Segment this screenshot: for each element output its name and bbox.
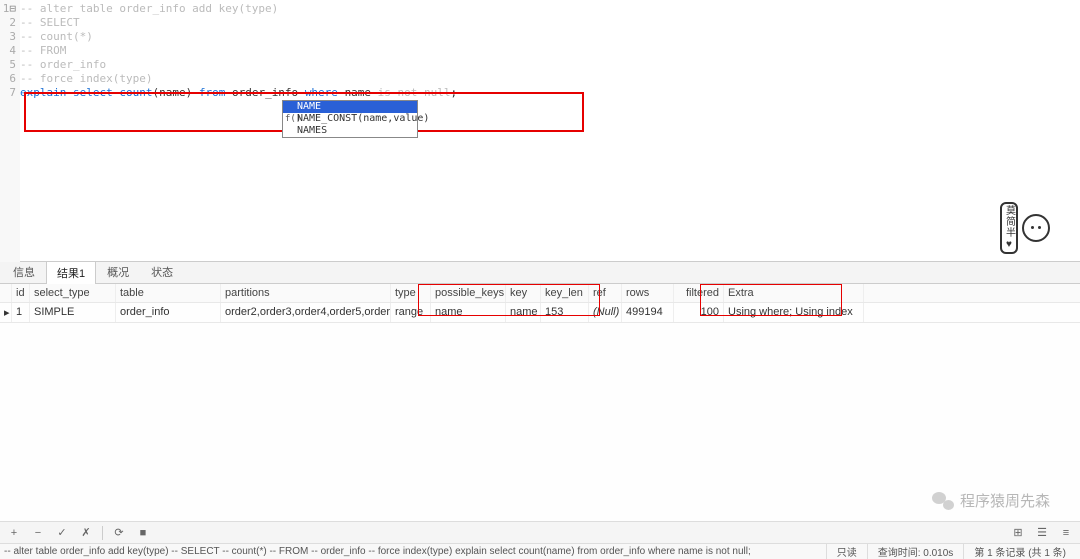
status-query-time: 查询时间: 0.010s — [867, 544, 964, 559]
commit-button[interactable]: ✓ — [54, 525, 70, 541]
col-extra[interactable]: Extra — [724, 284, 864, 302]
line-num: 7 — [0, 86, 20, 100]
col-select-type[interactable]: select_type — [30, 284, 116, 302]
autocomplete-item[interactable]: NAMES — [283, 125, 417, 137]
wechat-icon — [932, 492, 954, 510]
col-possible-keys[interactable]: possible_keys — [431, 284, 506, 302]
code-line: -- order_info — [20, 58, 1080, 72]
code-line: -- SELECT — [20, 16, 1080, 30]
col-key-len[interactable]: key_len — [541, 284, 589, 302]
result-tabs: 信息 结果1 概况 状态 — [0, 262, 1080, 284]
code-line: -- count(*) — [20, 30, 1080, 44]
line-num: 2 — [0, 16, 20, 30]
code-line: -- FROM — [20, 44, 1080, 58]
results-header-row: id select_type table partitions type pos… — [0, 284, 1080, 303]
code-line-active: explain select count(name) from order_in… — [20, 86, 1080, 100]
separator — [102, 526, 103, 540]
cell-type: range — [391, 303, 431, 322]
tab-profile[interactable]: 概况 — [96, 260, 140, 283]
status-record-count: 第 1 条记录 (共 1 条) — [963, 544, 1076, 559]
add-row-button[interactable]: + — [6, 525, 22, 541]
tab-info[interactable]: 信息 — [2, 260, 46, 283]
cell-partitions: order2,order3,order4,order5,order6 — [221, 303, 391, 322]
col-partitions[interactable]: partitions — [221, 284, 391, 302]
form-view-button[interactable]: ☰ — [1034, 525, 1050, 541]
tab-result1[interactable]: 结果1 — [46, 261, 96, 284]
status-mode: 只读 — [826, 544, 867, 559]
line-num: 6 — [0, 72, 20, 86]
speech-bubble: 莫简半♥ — [1000, 202, 1018, 254]
autocomplete-item[interactable]: NAME — [283, 101, 417, 113]
line-num: 1⊟ — [0, 2, 20, 16]
cell-table: order_info — [116, 303, 221, 322]
code-line: -- alter table order_info add key(type) — [20, 2, 1080, 16]
refresh-button[interactable]: ⟳ — [111, 525, 127, 541]
col-type[interactable]: type — [391, 284, 431, 302]
cell-key-len: 153 — [541, 303, 589, 322]
cell-ref: (Null) — [589, 303, 622, 322]
grid-view-button[interactable]: ⊞ — [1010, 525, 1026, 541]
watermark-wechat: 程序猿周先森 — [932, 490, 1050, 511]
cell-select-type: SIMPLE — [30, 303, 116, 322]
col-marker — [0, 284, 12, 302]
cell-rows: 499194 — [622, 303, 674, 322]
sql-editor[interactable]: 1⊟ 2 3 4 5 6 7 -- alter table order_info… — [0, 0, 1080, 262]
cell-key: name — [506, 303, 541, 322]
cell-extra: Using where; Using index — [724, 303, 864, 322]
line-num: 3 — [0, 30, 20, 44]
cell-possible-keys: name — [431, 303, 506, 322]
tab-status[interactable]: 状态 — [140, 260, 184, 283]
line-num: 4 — [0, 44, 20, 58]
line-gutter: 1⊟ 2 3 4 5 6 7 — [0, 0, 20, 262]
line-num: 5 — [0, 58, 20, 72]
col-rows[interactable]: rows — [622, 284, 674, 302]
col-ref[interactable]: ref — [589, 284, 622, 302]
col-filtered[interactable]: filtered — [674, 284, 724, 302]
watermark-avatar: 莫简半♥ — [1000, 202, 1050, 254]
col-key[interactable]: key — [506, 284, 541, 302]
code-area[interactable]: -- alter table order_info add key(type) … — [20, 0, 1080, 100]
autocomplete-item[interactable]: f()NAME_CONST(name,value) — [283, 113, 417, 125]
cell-id: 1 — [12, 303, 30, 322]
stop-button[interactable]: ■ — [135, 525, 151, 541]
autocomplete-popup[interactable]: NAME f()NAME_CONST(name,value) NAMES — [282, 100, 418, 138]
bottom-toolbar: + − ✓ ✗ ⟳ ■ ⊞ ☰ ≡ — [0, 521, 1080, 543]
status-sql-text: -- alter table order_info add key(type) … — [4, 546, 826, 557]
delete-row-button[interactable]: − — [30, 525, 46, 541]
face-icon — [1022, 214, 1050, 242]
col-id[interactable]: id — [12, 284, 30, 302]
function-icon: f() — [285, 113, 295, 125]
cancel-button[interactable]: ✗ — [78, 525, 94, 541]
row-marker-icon: ▸ — [0, 303, 12, 322]
cell-filtered: 100 — [674, 303, 724, 322]
watermark-text: 程序猿周先森 — [960, 490, 1050, 511]
results-grid[interactable]: id select_type table partitions type pos… — [0, 284, 1080, 323]
text-view-button[interactable]: ≡ — [1058, 525, 1074, 541]
table-row[interactable]: ▸ 1 SIMPLE order_info order2,order3,orde… — [0, 303, 1080, 323]
col-table[interactable]: table — [116, 284, 221, 302]
status-bar: -- alter table order_info add key(type) … — [0, 543, 1080, 559]
code-line: -- force index(type) — [20, 72, 1080, 86]
